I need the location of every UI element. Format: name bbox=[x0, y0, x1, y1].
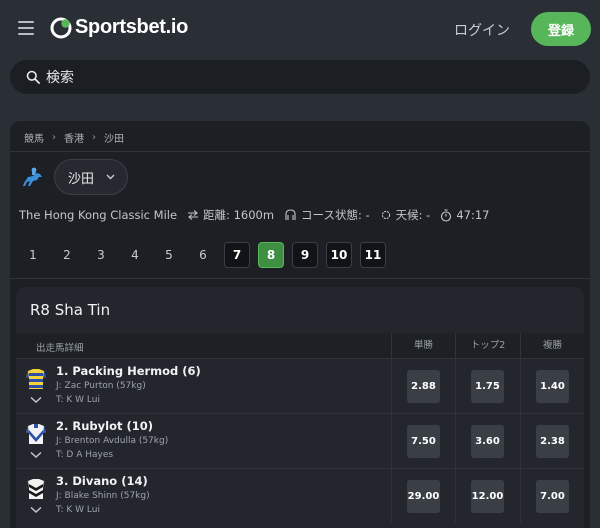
distance-info: 距離: 1600m bbox=[187, 207, 274, 223]
place-odds-button[interactable]: 2.38 bbox=[536, 425, 569, 458]
place-cell: 1.40 bbox=[520, 359, 584, 413]
runner-jockey: J: Blake Shinn (57kg) bbox=[56, 491, 150, 501]
top2-odds-button[interactable]: 1.75 bbox=[471, 370, 504, 403]
chevron-right-icon: › bbox=[92, 132, 96, 143]
horse-racing-icon bbox=[23, 167, 42, 186]
stopwatch-icon bbox=[441, 208, 452, 222]
win-cell: 2.88 bbox=[391, 359, 455, 413]
menu-icon[interactable] bbox=[18, 21, 34, 35]
weather-info: 天候: - bbox=[380, 207, 431, 223]
race-tab-6[interactable]: 6 bbox=[190, 242, 216, 268]
column-header-place: 複勝 bbox=[520, 333, 584, 358]
place-odds-button[interactable]: 1.40 bbox=[536, 370, 569, 403]
race-card: R8 Sha Tin 出走馬詳細 単勝 トップ2 複勝 1. Packing H… bbox=[16, 287, 584, 528]
place-cell: 7.00 bbox=[520, 469, 584, 523]
odds-table-header: 出走馬詳細 単勝 トップ2 複勝 bbox=[16, 333, 584, 358]
logo-mark-icon bbox=[50, 17, 72, 38]
race-tab-5[interactable]: 5 bbox=[156, 242, 182, 268]
table-row: 1. Packing Hermod (6) J: Zac Purton (57k… bbox=[16, 358, 584, 413]
top2-odds-button[interactable]: 12.00 bbox=[471, 480, 504, 513]
runner-trainer: T: K W Lui bbox=[56, 505, 100, 515]
runner-name[interactable]: 3. Divano (14) bbox=[56, 474, 148, 488]
distance-text: 距離: 1600m bbox=[203, 208, 275, 222]
divider bbox=[10, 278, 590, 279]
column-header-win: 単勝 bbox=[391, 333, 455, 358]
race-tab-1[interactable]: 1 bbox=[20, 242, 46, 268]
race-tab-10[interactable]: 10 bbox=[326, 242, 352, 268]
breadcrumb-item[interactable]: 沙田 bbox=[104, 130, 124, 145]
top2-cell: 12.00 bbox=[455, 469, 520, 523]
arrows-exchange-icon bbox=[188, 210, 199, 220]
weather-text: 天候: - bbox=[395, 208, 431, 222]
runner-trainer: T: D A Hayes bbox=[56, 450, 114, 460]
race-tab-8-active[interactable]: 8 bbox=[258, 242, 284, 268]
place-odds-button[interactable]: 7.00 bbox=[536, 480, 569, 513]
silk-black-white-chevrons-icon bbox=[26, 479, 46, 499]
logo-text: Sportsbet.io bbox=[75, 16, 189, 38]
venue-select-value: 沙田 bbox=[68, 171, 95, 187]
top-bar: Sportsbet.io ログイン 登録 bbox=[0, 0, 600, 60]
chevron-down-icon bbox=[106, 174, 115, 180]
race-tab-9[interactable]: 9 bbox=[292, 242, 318, 268]
countdown-text: 47:17 bbox=[456, 208, 490, 222]
top2-cell: 1.75 bbox=[455, 359, 520, 413]
top2-odds-button[interactable]: 3.60 bbox=[471, 425, 504, 458]
race-tab-2[interactable]: 2 bbox=[54, 242, 80, 268]
table-row: 2. Rubylot (10) J: Brenton Avdulla (57kg… bbox=[16, 413, 584, 468]
divider bbox=[10, 151, 590, 152]
place-cell: 2.38 bbox=[520, 414, 584, 468]
race-tab-7[interactable]: 7 bbox=[224, 242, 250, 268]
silk-white-blue-chevron-icon bbox=[26, 424, 46, 444]
race-tab-3[interactable]: 3 bbox=[88, 242, 114, 268]
breadcrumb: 競馬 › 香港 › 沙田 bbox=[24, 130, 124, 145]
race-tab-4[interactable]: 4 bbox=[122, 242, 148, 268]
win-cell: 29.00 bbox=[391, 469, 455, 523]
race-info-row: The Hong Kong Classic Mile 距離: 1600m コース… bbox=[19, 207, 500, 223]
runner-jockey: J: Brenton Avdulla (57kg) bbox=[56, 436, 169, 446]
column-header-top2: トップ2 bbox=[455, 333, 520, 358]
chevron-down-icon[interactable] bbox=[30, 451, 42, 459]
login-link[interactable]: ログイン bbox=[454, 20, 510, 40]
turf-icon bbox=[285, 209, 296, 220]
course-text: コース状態: - bbox=[301, 208, 370, 222]
search-input[interactable]: 検索 bbox=[10, 60, 590, 94]
breadcrumb-item[interactable]: 香港 bbox=[64, 130, 84, 145]
venue-select[interactable]: 沙田 bbox=[54, 159, 128, 195]
breadcrumb-item[interactable]: 競馬 bbox=[24, 130, 44, 145]
sun-icon bbox=[381, 210, 390, 220]
search-icon bbox=[26, 70, 40, 84]
race-panel: 競馬 › 香港 › 沙田 沙田 The Hong Kong Classic Mi… bbox=[10, 121, 590, 528]
runner-name[interactable]: 1. Packing Hermod (6) bbox=[56, 364, 201, 378]
column-header-runner: 出走馬詳細 bbox=[36, 343, 84, 354]
logo[interactable]: Sportsbet.io bbox=[50, 16, 188, 39]
chevron-down-icon[interactable] bbox=[30, 396, 42, 404]
race-pager: 1 2 3 4 5 6 7 8 9 10 11 bbox=[20, 242, 394, 268]
race-tab-11[interactable]: 11 bbox=[360, 242, 386, 268]
runner-jockey: J: Zac Purton (57kg) bbox=[56, 381, 146, 391]
race-name: The Hong Kong Classic Mile bbox=[19, 208, 178, 222]
win-cell: 7.50 bbox=[391, 414, 455, 468]
chevron-right-icon: › bbox=[52, 132, 56, 143]
table-row: 3. Divano (14) J: Blake Shinn (57kg) T: … bbox=[16, 468, 584, 523]
silk-blue-yellow-hoops-icon bbox=[26, 369, 46, 389]
runner-trainer: T: K W Lui bbox=[56, 395, 100, 405]
course-info: コース状態: - bbox=[284, 207, 370, 223]
win-odds-button[interactable]: 29.00 bbox=[407, 480, 440, 513]
countdown-info: 47:17 bbox=[440, 208, 490, 222]
search-placeholder: 検索 bbox=[46, 70, 74, 86]
top2-cell: 3.60 bbox=[455, 414, 520, 468]
runner-name[interactable]: 2. Rubylot (10) bbox=[56, 419, 153, 433]
win-odds-button[interactable]: 7.50 bbox=[407, 425, 440, 458]
chevron-down-icon[interactable] bbox=[30, 506, 42, 514]
win-odds-button[interactable]: 2.88 bbox=[407, 370, 440, 403]
race-title: R8 Sha Tin bbox=[30, 301, 111, 319]
register-button[interactable]: 登録 bbox=[531, 12, 591, 46]
